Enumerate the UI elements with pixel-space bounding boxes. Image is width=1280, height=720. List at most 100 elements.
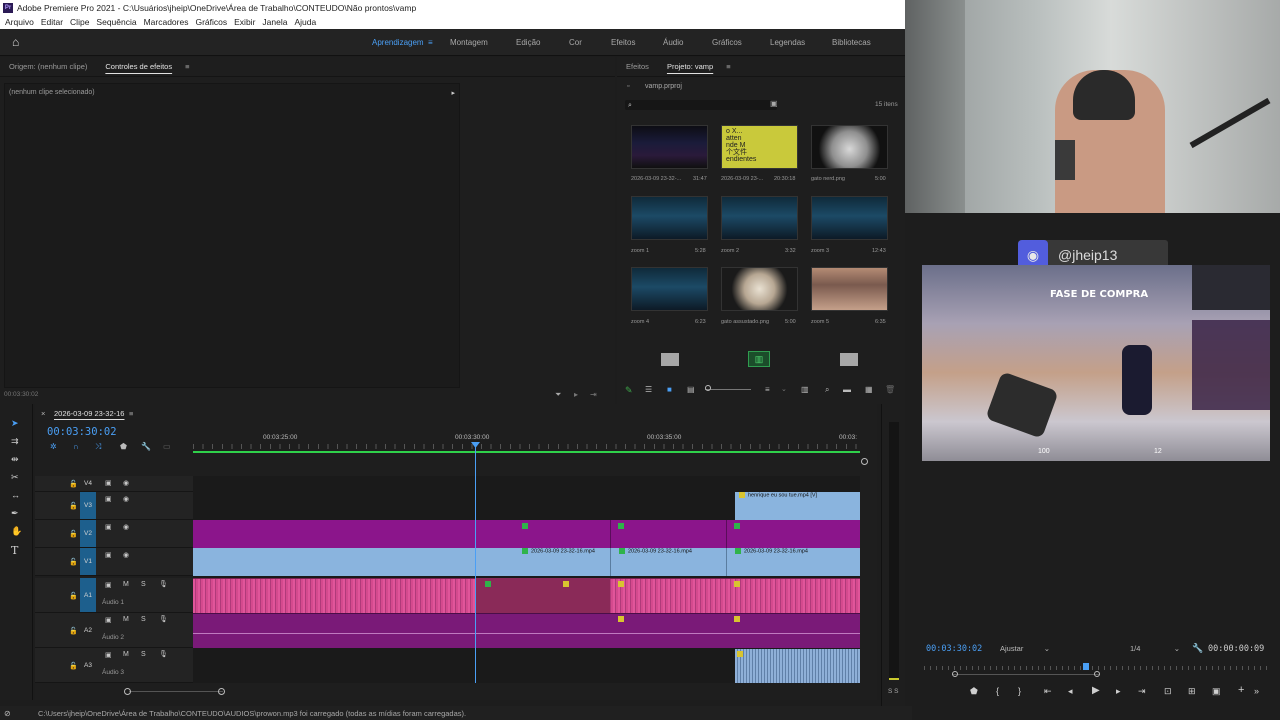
fit-select[interactable]: Ajustar ⌄ <box>998 642 1052 654</box>
track-label-v3[interactable]: V3 <box>80 492 96 519</box>
eye-icon[interactable]: ◉ <box>123 495 129 503</box>
microphone-icon[interactable]: 🎙 <box>159 650 168 658</box>
home-icon[interactable]: ⌂ <box>12 36 24 48</box>
mute-button[interactable]: M <box>123 616 129 623</box>
toggle-sync-icon[interactable]: ▣ <box>105 479 112 487</box>
clip-v1[interactable]: 2026-03-09 23-32-16.mp4 <box>726 548 860 576</box>
eye-icon[interactable]: ◉ <box>123 523 129 531</box>
menu-ajuda[interactable]: Ajuda <box>294 17 316 27</box>
lock-icon[interactable]: 🔓 <box>69 530 78 538</box>
tab-effect-controls[interactable]: Controles de efeitos <box>96 62 181 71</box>
workspace-efeitos[interactable]: Efeitos <box>611 38 635 47</box>
new-bin-icon[interactable]: ▬ <box>843 385 851 394</box>
play-icon[interactable]: ▶ <box>1092 685 1100 696</box>
track-label-v4[interactable]: V4 <box>80 476 96 491</box>
audio-file-icon[interactable]: ▥ <box>748 351 770 367</box>
track-label-a3[interactable]: A3 <box>80 648 96 682</box>
freeform-view-icon[interactable]: ▤ <box>687 385 695 394</box>
menu-clipe[interactable]: Clipe <box>70 17 89 27</box>
solo-button[interactable]: S <box>141 651 146 658</box>
timeline-timecode[interactable]: 00:03:30:02 <box>47 426 117 438</box>
time-ruler[interactable]: 00:03:25:00 00:03:30:00 00:03:35:00 00:0… <box>193 431 860 453</box>
export-icon[interactable]: ⇥ <box>590 390 597 399</box>
toggle-sync-icon[interactable]: ▣ <box>105 651 112 659</box>
overwrite-icon[interactable]: ⊞ <box>1188 686 1196 697</box>
workspace-edicao[interactable]: Edição <box>516 38 540 47</box>
zoom-slider-handle[interactable] <box>705 385 711 391</box>
project-menu-icon[interactable]: ≡ <box>726 62 730 71</box>
project-item-thumb-cat-nerd[interactable] <box>811 125 888 169</box>
toggle-sync-icon[interactable]: ▣ <box>105 616 112 624</box>
new-item-icon[interactable]: ▦ <box>865 385 873 394</box>
zoom-bar-handle-left[interactable] <box>952 671 958 677</box>
list-view-icon[interactable]: ☰ <box>645 385 652 394</box>
track-label-v1[interactable]: V1 <box>80 548 96 575</box>
find-icon[interactable]: ⌕ <box>825 385 829 395</box>
toggle-sync-icon[interactable]: ▣ <box>105 551 112 559</box>
type-tool-icon[interactable]: T <box>11 544 18 557</box>
project-item-thumb[interactable] <box>811 267 888 311</box>
pen-tool-icon[interactable]: ✒ <box>11 508 19 519</box>
menu-exibir[interactable]: Exibir <box>234 17 255 27</box>
step-back-icon[interactable]: ◂ <box>1068 686 1073 697</box>
solo-button[interactable]: S <box>141 581 146 588</box>
icon-view-icon[interactable]: ■ <box>667 385 672 394</box>
ripple-edit-tool-icon[interactable]: ⇹ <box>11 454 19 465</box>
menu-arquivo[interactable]: Arquivo <box>5 17 34 27</box>
program-timecode[interactable]: 00:03:30:02 <box>926 644 982 654</box>
wrench-icon[interactable]: 🔧 <box>1192 643 1203 654</box>
workspace-montagem[interactable]: Montagem <box>450 38 488 47</box>
automate-to-sequence-icon[interactable]: ▥ <box>801 385 809 394</box>
workspace-audio[interactable]: Áudio <box>663 38 683 47</box>
program-time-ruler[interactable] <box>924 666 1268 670</box>
menu-graficos[interactable]: Gráficos <box>195 17 227 27</box>
snap-icon[interactable]: ∩ <box>73 442 79 451</box>
captions-icon[interactable]: ▭ <box>163 442 171 451</box>
mute-button[interactable]: M <box>123 581 129 588</box>
sequence-tab[interactable]: 2026-03-09 23-32-16 <box>54 409 124 418</box>
microphone-icon[interactable]: 🎙 <box>159 580 168 588</box>
solo-button[interactable]: S <box>141 616 146 623</box>
workspace-menu-icon[interactable]: ≡ <box>428 38 433 47</box>
eye-icon[interactable]: ◉ <box>123 479 129 487</box>
tab-source[interactable]: Origem: (nenhum clipe) <box>0 62 96 71</box>
lock-icon[interactable]: 🔓 <box>69 558 78 566</box>
lock-icon[interactable]: 🔓 <box>69 502 78 510</box>
program-playhead[interactable] <box>1083 663 1089 670</box>
clip-a3-audio[interactable] <box>735 649 860 683</box>
insert-icon[interactable]: ⊡ <box>1164 686 1172 697</box>
lock-icon[interactable]: 🔓 <box>69 480 78 488</box>
eye-icon[interactable]: ◉ <box>123 551 129 559</box>
add-marker-icon[interactable]: ⬟ <box>970 686 978 697</box>
program-video-frame[interactable]: FASE DE COMPRA 100 12 <box>922 265 1270 461</box>
hand-tool-icon[interactable]: ✋ <box>11 526 22 537</box>
folder-icon[interactable] <box>840 353 858 366</box>
mute-button[interactable]: M <box>123 651 129 658</box>
clip-v3[interactable]: henrique eu sou tue.mp4 [V] <box>735 492 860 520</box>
project-item-thumb[interactable]: o X... atten nde M 个文件 endientes <box>721 125 798 169</box>
folder-icon[interactable] <box>661 353 679 366</box>
project-search-input[interactable]: ⌕ <box>625 100 777 110</box>
wrench-icon[interactable]: 🔧 <box>141 442 151 451</box>
pencil-icon[interactable]: ✎ <box>625 385 633 396</box>
more-icon[interactable]: » <box>1254 686 1259 696</box>
track-select-tool-icon[interactable]: ⇉ <box>11 436 19 447</box>
audio-meter-solo-labels[interactable]: S S <box>888 688 898 695</box>
sequence-menu-icon[interactable]: ≡ <box>129 409 133 418</box>
clip-v1[interactable]: 2026-03-09 23-32-16.mp4 <box>475 548 610 576</box>
linked-selection-icon[interactable]: ⤨ <box>95 442 101 452</box>
project-item-thumb[interactable] <box>631 196 708 240</box>
go-to-out-icon[interactable]: ⇥ <box>1138 686 1146 697</box>
clip-v1[interactable]: 2026-03-09 23-32-16.mp4 <box>610 548 726 576</box>
toggle-sync-icon[interactable]: ▣ <box>105 523 112 531</box>
zoom-bar-handle-right[interactable] <box>218 688 225 695</box>
work-area-bar[interactable] <box>193 451 860 453</box>
add-marker-icon[interactable]: ⬟ <box>120 442 127 451</box>
export-frame-icon[interactable]: ▣ <box>1212 686 1221 697</box>
tab-efeitos[interactable]: Efeitos <box>617 62 658 71</box>
track-label-a1[interactable]: A1 <box>80 578 96 612</box>
vertical-scroll-handle[interactable] <box>861 458 868 465</box>
project-item-thumb[interactable] <box>811 196 888 240</box>
workspace-graficos[interactable]: Gráficos <box>712 38 742 47</box>
workspace-cor[interactable]: Cor <box>569 38 582 47</box>
